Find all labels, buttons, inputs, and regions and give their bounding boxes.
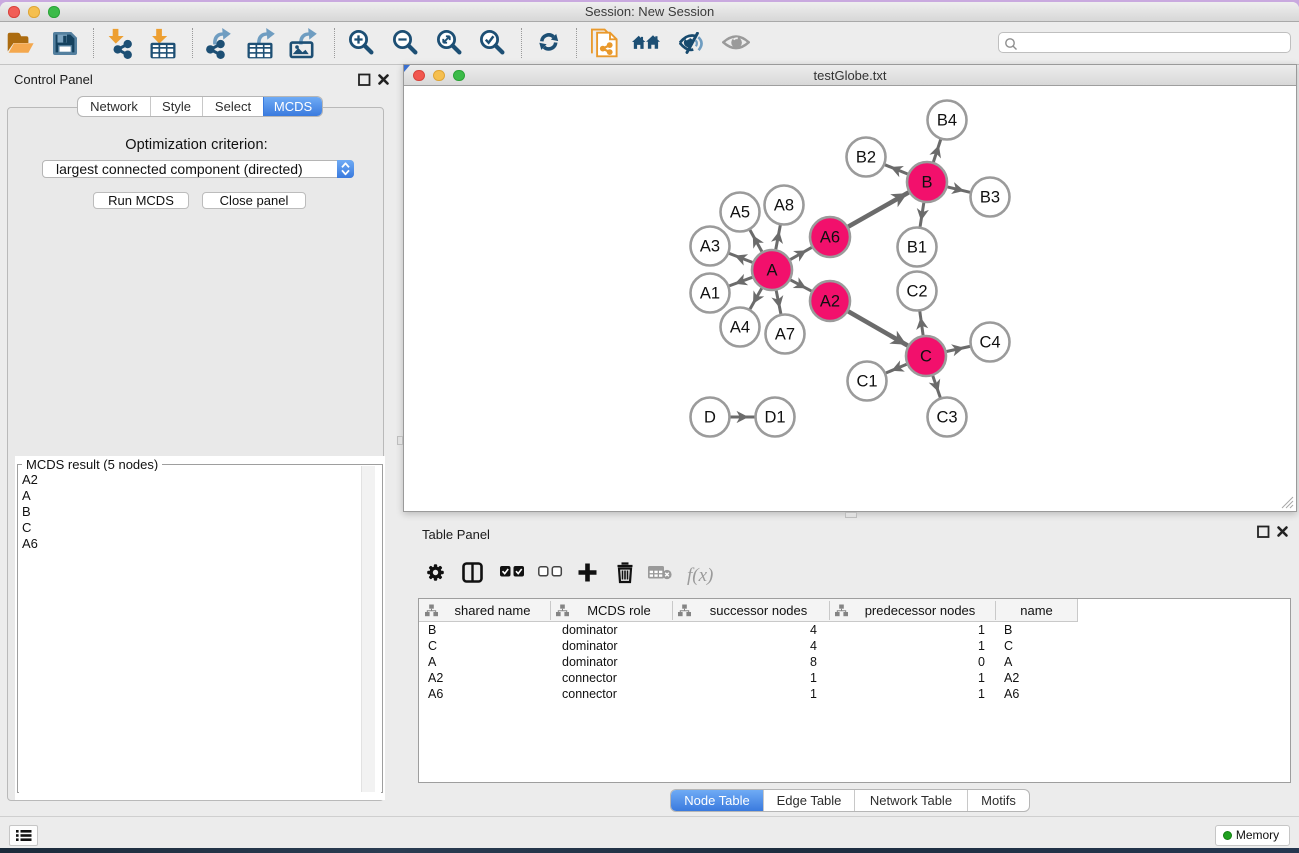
- svg-text:B4: B4: [937, 112, 957, 130]
- svg-text:B: B: [921, 174, 932, 192]
- svg-text:C2: C2: [906, 283, 927, 301]
- svg-text:D: D: [704, 409, 716, 427]
- svg-text:B1: B1: [907, 239, 927, 257]
- svg-text:A4: A4: [730, 319, 750, 337]
- svg-text:D1: D1: [764, 409, 785, 427]
- svg-text:A6: A6: [820, 229, 840, 247]
- svg-text:A5: A5: [730, 204, 750, 222]
- svg-text:A2: A2: [820, 293, 840, 311]
- svg-text:B3: B3: [980, 189, 1000, 207]
- svg-text:C3: C3: [936, 409, 957, 427]
- svg-text:B2: B2: [856, 149, 876, 167]
- svg-text:A3: A3: [700, 238, 720, 256]
- svg-text:A7: A7: [775, 326, 795, 344]
- svg-text:A: A: [766, 262, 777, 280]
- svg-text:A8: A8: [774, 197, 794, 215]
- svg-text:C4: C4: [979, 334, 1000, 352]
- svg-text:C1: C1: [856, 373, 877, 391]
- svg-text:A1: A1: [700, 285, 720, 303]
- svg-text:C: C: [920, 348, 932, 366]
